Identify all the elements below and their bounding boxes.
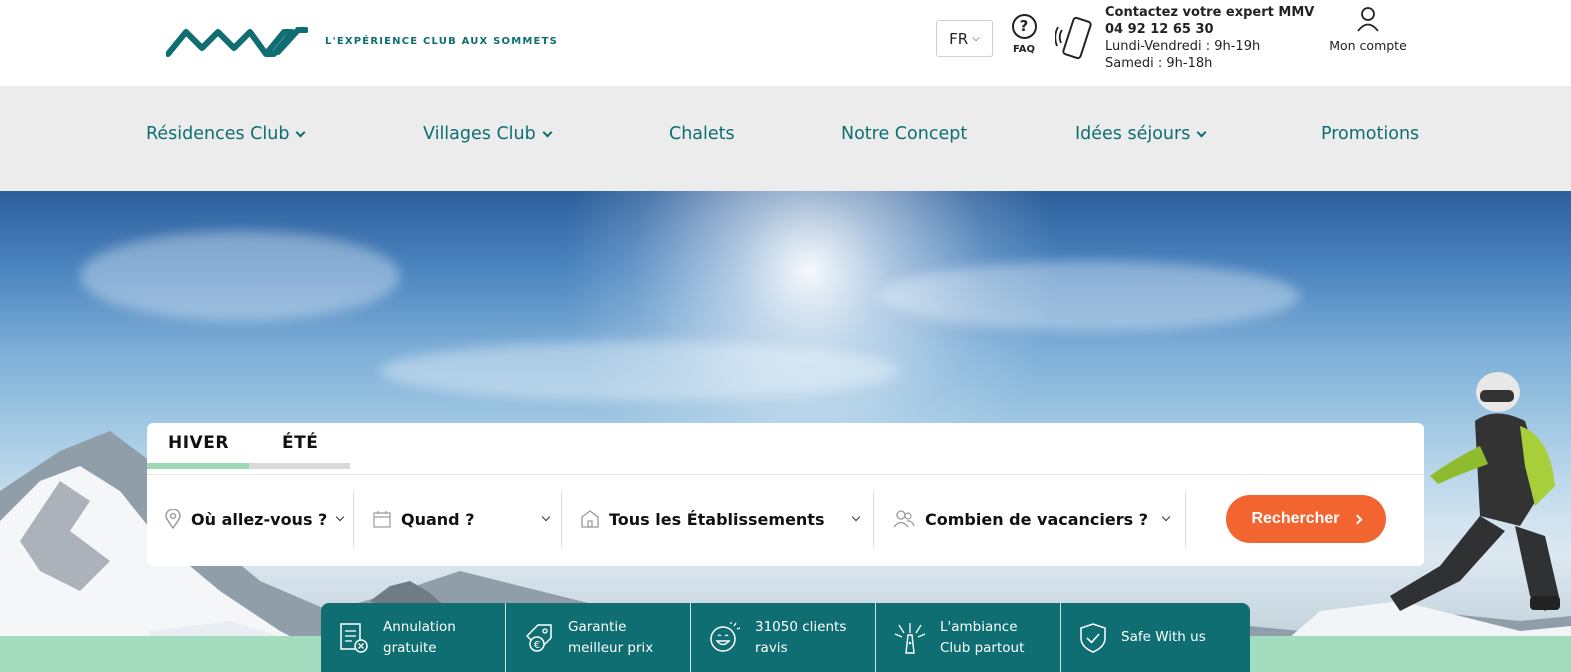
users-icon <box>893 510 915 528</box>
dates-label: Quand ? <box>401 509 475 529</box>
nav-item-idees-sejours[interactable]: Idées séjours <box>1075 124 1207 144</box>
nav-item-chalets[interactable]: Chalets <box>669 124 735 144</box>
nav-item-residences-club[interactable]: Résidences Club <box>146 124 306 144</box>
reassurance-line1: Annulation <box>383 618 456 635</box>
chevron-down-icon: ⌵ <box>972 33 980 44</box>
svg-text:€: € <box>534 640 540 651</box>
reassurance-line2: ravis <box>755 639 788 656</box>
nav-item-label: Idées séjours <box>1075 124 1191 144</box>
user-icon <box>1357 7 1379 32</box>
reassurance-item[interactable]: Annulation gratuite <box>321 603 506 672</box>
destination-select[interactable]: Où allez-vous ? <box>165 491 345 547</box>
faq-label: FAQ <box>1013 44 1035 55</box>
euro-tag-icon: € <box>525 623 552 652</box>
reassurance-line2: meilleur prix <box>568 639 654 656</box>
cloud <box>880 261 1300 331</box>
field-divider <box>353 492 354 547</box>
field-divider <box>873 492 874 547</box>
season-tabs: HIVER ÉTÉ <box>147 423 1424 475</box>
establishment-select[interactable]: Tous les Établissements <box>581 491 861 547</box>
building-icon <box>581 510 599 528</box>
tab-indicator-active <box>147 463 249 469</box>
search-bar: Où allez-vous ? Quand ? Tous les Établis… <box>147 475 1424 566</box>
reassurance-line1: Safe With us <box>1121 629 1206 645</box>
field-divider <box>1185 492 1186 547</box>
tab-hiver[interactable]: HIVER <box>168 433 229 453</box>
chevron-down-icon <box>336 512 345 522</box>
main-nav: Résidences Club Villages Club Chalets No… <box>0 86 1571 191</box>
hours-saturday: Samedi : 9h-18h <box>1105 56 1213 71</box>
question-icon: ? <box>1011 14 1037 39</box>
guests-label: Combien de vacanciers ? <box>925 509 1149 529</box>
dates-select[interactable]: Quand ? <box>373 491 551 547</box>
reassurance-item[interactable]: L'ambiance Club partout <box>876 603 1061 672</box>
chevron-down-icon <box>541 512 551 522</box>
nav-item-label: Promotions <box>1321 124 1420 144</box>
reassurance-item[interactable]: 31050 clients ravis <box>691 603 876 672</box>
nav-item-promotions[interactable]: Promotions <box>1321 124 1419 144</box>
establishment-label: Tous les Établissements <box>609 509 825 529</box>
chevron-right-icon <box>1352 514 1362 524</box>
nav-item-label: Villages Club <box>423 124 536 144</box>
brand-tagline: L'EXPÉRIENCE CLUB AUX SOMMETS <box>325 36 558 47</box>
mmv-logo[interactable] <box>166 26 308 58</box>
chevron-down-icon <box>542 127 553 137</box>
party-icon <box>894 622 926 654</box>
chevron-down-icon <box>1196 127 1207 137</box>
reassurance-item[interactable]: Safe With us <box>1061 603 1246 672</box>
account-label: Mon compte <box>1329 38 1407 53</box>
nav-item-notre-concept[interactable]: Notre Concept <box>841 124 967 144</box>
nav-item-label: Notre Concept <box>841 124 968 144</box>
nav-item-villages-club[interactable]: Villages Club <box>423 124 553 144</box>
reassurance-item[interactable]: € Garantie meilleur prix <box>506 603 691 672</box>
search-button-label: Rechercher <box>1251 510 1340 527</box>
reassurance-line1: Garantie <box>568 618 627 635</box>
chevron-down-icon <box>851 512 861 522</box>
contact-title: Contactez votre expert MMV <box>1105 5 1315 20</box>
nav-item-label: Résidences Club <box>146 124 290 144</box>
phone-ringing-icon <box>1055 16 1092 60</box>
language-value: FR <box>949 29 969 48</box>
document-cancel-icon <box>340 622 368 653</box>
reassurance-line1: L'ambiance <box>940 618 1018 635</box>
reassurance-bar: Annulation gratuite € Garantie meilleur … <box>321 603 1250 672</box>
cloud <box>80 231 400 321</box>
faq-link[interactable]: ? FAQ <box>1008 14 1040 55</box>
chevron-down-icon <box>295 127 306 137</box>
shield-check-icon <box>1080 622 1106 653</box>
reassurance-line2: gratuite <box>383 639 437 656</box>
destination-label: Où allez-vous ? <box>191 509 328 529</box>
search-button[interactable]: Rechercher <box>1226 495 1386 543</box>
tab-ete[interactable]: ÉTÉ <box>282 433 318 453</box>
location-pin-icon <box>165 509 181 529</box>
language-select[interactable]: FR ⌵ <box>936 20 993 57</box>
smile-icon <box>710 621 741 652</box>
nav-item-label: Chalets <box>669 124 735 144</box>
account-link[interactable]: Mon compte <box>1326 6 1410 53</box>
calendar-icon <box>373 511 391 528</box>
hours-weekday: Lundi-Vendredi : 9h-19h <box>1105 39 1261 54</box>
contact-block: Contactez votre expert MMV 04 92 12 65 3… <box>1105 4 1314 72</box>
field-divider <box>561 492 562 547</box>
tab-indicator-track <box>147 463 350 469</box>
reassurance-line1: 31050 clients <box>755 618 847 635</box>
top-header: L'EXPÉRIENCE CLUB AUX SOMMETS FR ⌵ ? FAQ… <box>0 0 1571 86</box>
contact-phone[interactable]: 04 92 12 65 30 <box>1105 21 1314 38</box>
guests-select[interactable]: Combien de vacanciers ? <box>893 491 1171 547</box>
chevron-down-icon <box>1161 512 1171 522</box>
reassurance-line2: Club partout <box>940 639 1025 656</box>
